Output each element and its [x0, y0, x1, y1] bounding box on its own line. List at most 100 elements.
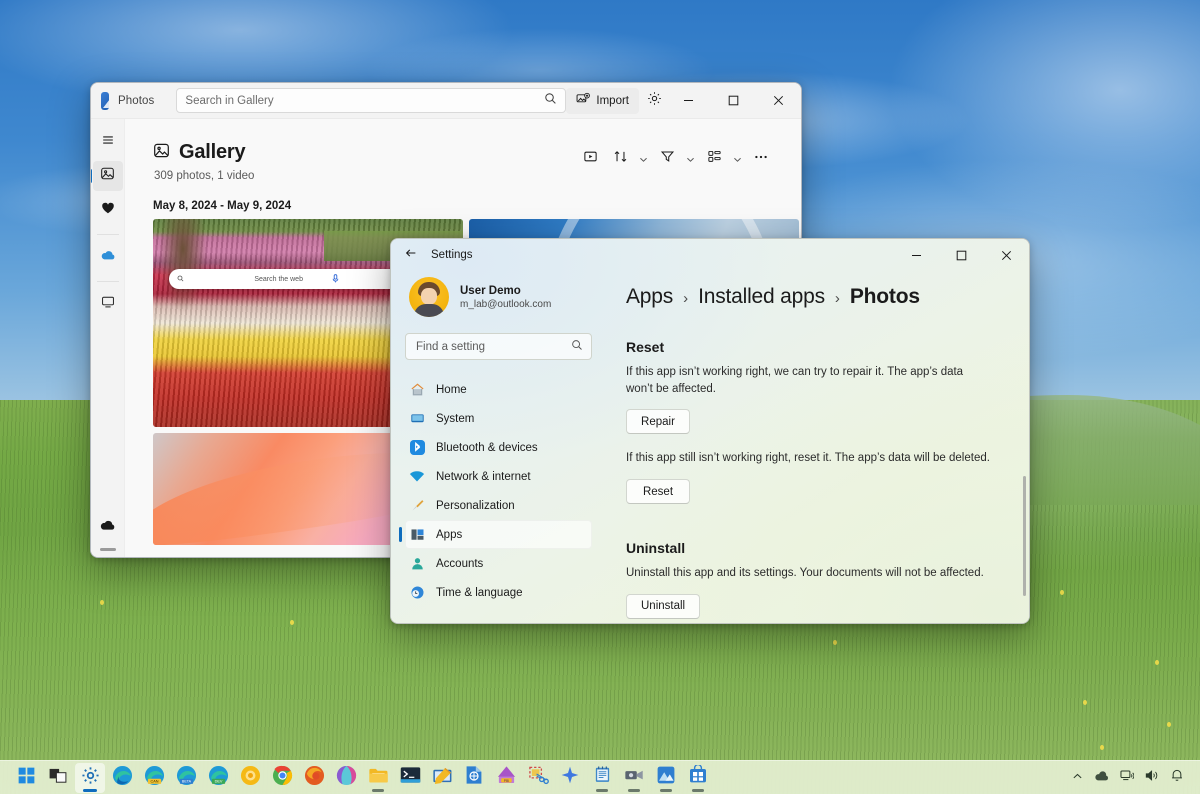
search-icon [544, 92, 557, 110]
system-tray[interactable] [1066, 766, 1200, 790]
start-button[interactable] [11, 763, 41, 793]
taskbar-item-edge-canary[interactable]: CAN [139, 763, 169, 793]
sidebar-item-apps[interactable]: Apps [399, 520, 592, 549]
sidebar-item-home[interactable]: Home [405, 375, 592, 404]
find-setting-input[interactable] [416, 340, 571, 353]
sidebar-item-time-language[interactable]: Time & language [405, 578, 592, 607]
user-profile[interactable]: User Demo m_lab@outlook.com [405, 271, 592, 317]
sidebar-item-system[interactable]: System [405, 404, 592, 433]
taskbar-item-firefox[interactable] [299, 763, 329, 793]
breadcrumb-apps[interactable]: Apps [626, 285, 673, 309]
settings-window-controls[interactable] [894, 239, 1029, 271]
filter-chevron-down-icon[interactable] [683, 145, 698, 173]
camera-icon [624, 766, 645, 792]
sidebar-item-accounts[interactable]: Accounts [405, 549, 592, 578]
taskbar-item-camera[interactable] [619, 763, 649, 793]
settings-window[interactable]: Settings User Demo m_lab@outlook.com Fin… [390, 238, 1030, 624]
uninstall-description: Uninstall this app and its settings. You… [626, 567, 984, 580]
back-button[interactable] [397, 242, 425, 268]
rail-divider [96, 281, 119, 282]
taskbar-item-firefox-dev[interactable] [235, 763, 265, 793]
sidebar-item-personalization[interactable]: Personalization [405, 491, 592, 520]
sidebar-item-network-internet[interactable]: Network & internet [405, 462, 592, 491]
sort-button[interactable] [606, 145, 634, 173]
sort-chevron-down-icon[interactable] [636, 145, 651, 173]
network-icon [1120, 769, 1135, 787]
taskbar-item-copilot[interactable] [555, 763, 585, 793]
taskbar-item-word[interactable] [459, 763, 489, 793]
reset-description: If this app still isn’t working right, r… [626, 452, 990, 465]
gallery-toolbar[interactable] [576, 141, 775, 173]
ellipsis-icon [753, 149, 769, 170]
volume-tray-button[interactable] [1141, 766, 1163, 790]
taskbar-item-edge[interactable] [107, 763, 137, 793]
uninstall-button[interactable]: Uninstall [626, 593, 701, 619]
web-search-overlay[interactable]: Search the web [169, 269, 411, 289]
taskbar-icons[interactable]: CAN BETA DEV PBI [0, 762, 714, 793]
photos-navigation-rail[interactable] [91, 119, 125, 557]
taskbar-item-power-bi[interactable]: PBI [491, 763, 521, 793]
rail-bottom-group[interactable] [93, 512, 123, 551]
hamburger-menu-button[interactable] [93, 127, 123, 157]
taskbar-item-terminal[interactable] [395, 763, 425, 793]
taskbar-item-settings[interactable] [75, 762, 105, 793]
sidebar-item-bluetooth-devices[interactable]: Bluetooth & devices [405, 433, 592, 462]
taskbar-item-powershell-ise[interactable] [427, 763, 457, 793]
repair-button[interactable]: Repair [626, 409, 690, 435]
close-button[interactable] [984, 239, 1029, 271]
taskbar-item-snipping-tool[interactable] [523, 763, 553, 793]
settings-sidebar[interactable]: User Demo m_lab@outlook.com Find a setti… [391, 271, 604, 623]
layout-chevron-down-icon[interactable] [730, 145, 745, 173]
speaker-icon [1145, 769, 1159, 787]
slideshow-button[interactable] [576, 145, 604, 173]
taskbar-item-opera[interactable] [331, 763, 361, 793]
breadcrumb[interactable]: Apps › Installed apps › Photos [626, 285, 1005, 309]
power-bi-icon: PBI [496, 765, 517, 790]
import-button[interactable]: Import [566, 87, 639, 114]
taskbar-item-photos[interactable] [651, 763, 681, 793]
sidebar-item-folders[interactable] [93, 289, 123, 319]
sidebar-item-favorites[interactable] [93, 195, 123, 225]
settings-scrollbar[interactable] [1023, 476, 1026, 596]
sidebar-item-icloud[interactable] [93, 512, 123, 542]
sidebar-item-label: Apps [436, 528, 463, 541]
chrome-icon [272, 765, 293, 791]
task-view-button[interactable] [43, 763, 73, 793]
gallery-search-box[interactable] [176, 88, 567, 113]
cloud-icon [100, 247, 116, 268]
gallery-date-group-header: May 8, 2024 - May 9, 2024 [153, 200, 292, 212]
taskbar-item-notepad[interactable] [587, 763, 617, 793]
sidebar-item-gallery[interactable] [91, 161, 123, 191]
notifications-tray-button[interactable] [1166, 766, 1188, 790]
network-tray-button[interactable] [1116, 766, 1138, 790]
taskbar-item-file-explorer[interactable] [363, 763, 393, 793]
taskbar[interactable]: CAN BETA DEV PBI [0, 760, 1200, 794]
taskbar-item-edge-dev[interactable]: DEV [203, 763, 233, 793]
show-hidden-icons-button[interactable] [1066, 766, 1088, 790]
maximize-button[interactable] [939, 239, 984, 271]
sidebar-item-label: Personalization [436, 499, 515, 512]
more-options-button[interactable] [747, 145, 775, 173]
minimize-button[interactable] [666, 83, 711, 119]
taskbar-item-microsoft-store[interactable] [683, 763, 713, 793]
layout-button[interactable] [700, 145, 728, 173]
sidebar-item-onedrive[interactable] [93, 242, 123, 272]
find-a-setting-box[interactable] [405, 333, 592, 360]
taskbar-item-edge-beta[interactable]: BETA [171, 763, 201, 793]
settings-nav-list[interactable]: Home System Bluetooth & devices Network … [399, 375, 592, 607]
taskbar-item-chrome[interactable] [267, 763, 297, 793]
settings-titlebar[interactable]: Settings [391, 239, 1029, 271]
maximize-button[interactable] [711, 83, 756, 119]
close-button[interactable] [756, 83, 801, 119]
photos-titlebar[interactable]: Photos Import [91, 83, 801, 119]
photos-settings-button[interactable] [647, 88, 662, 114]
minimize-button[interactable] [894, 239, 939, 271]
task-view-icon [49, 767, 67, 789]
reset-button[interactable]: Reset [626, 479, 690, 505]
filter-button[interactable] [653, 145, 681, 173]
breadcrumb-installed-apps[interactable]: Installed apps [698, 285, 825, 309]
search-input[interactable] [185, 94, 545, 107]
photos-window-controls[interactable] [666, 83, 801, 119]
onedrive-tray-button[interactable] [1091, 766, 1113, 790]
desktop[interactable]: Photos Import [0, 0, 1200, 794]
